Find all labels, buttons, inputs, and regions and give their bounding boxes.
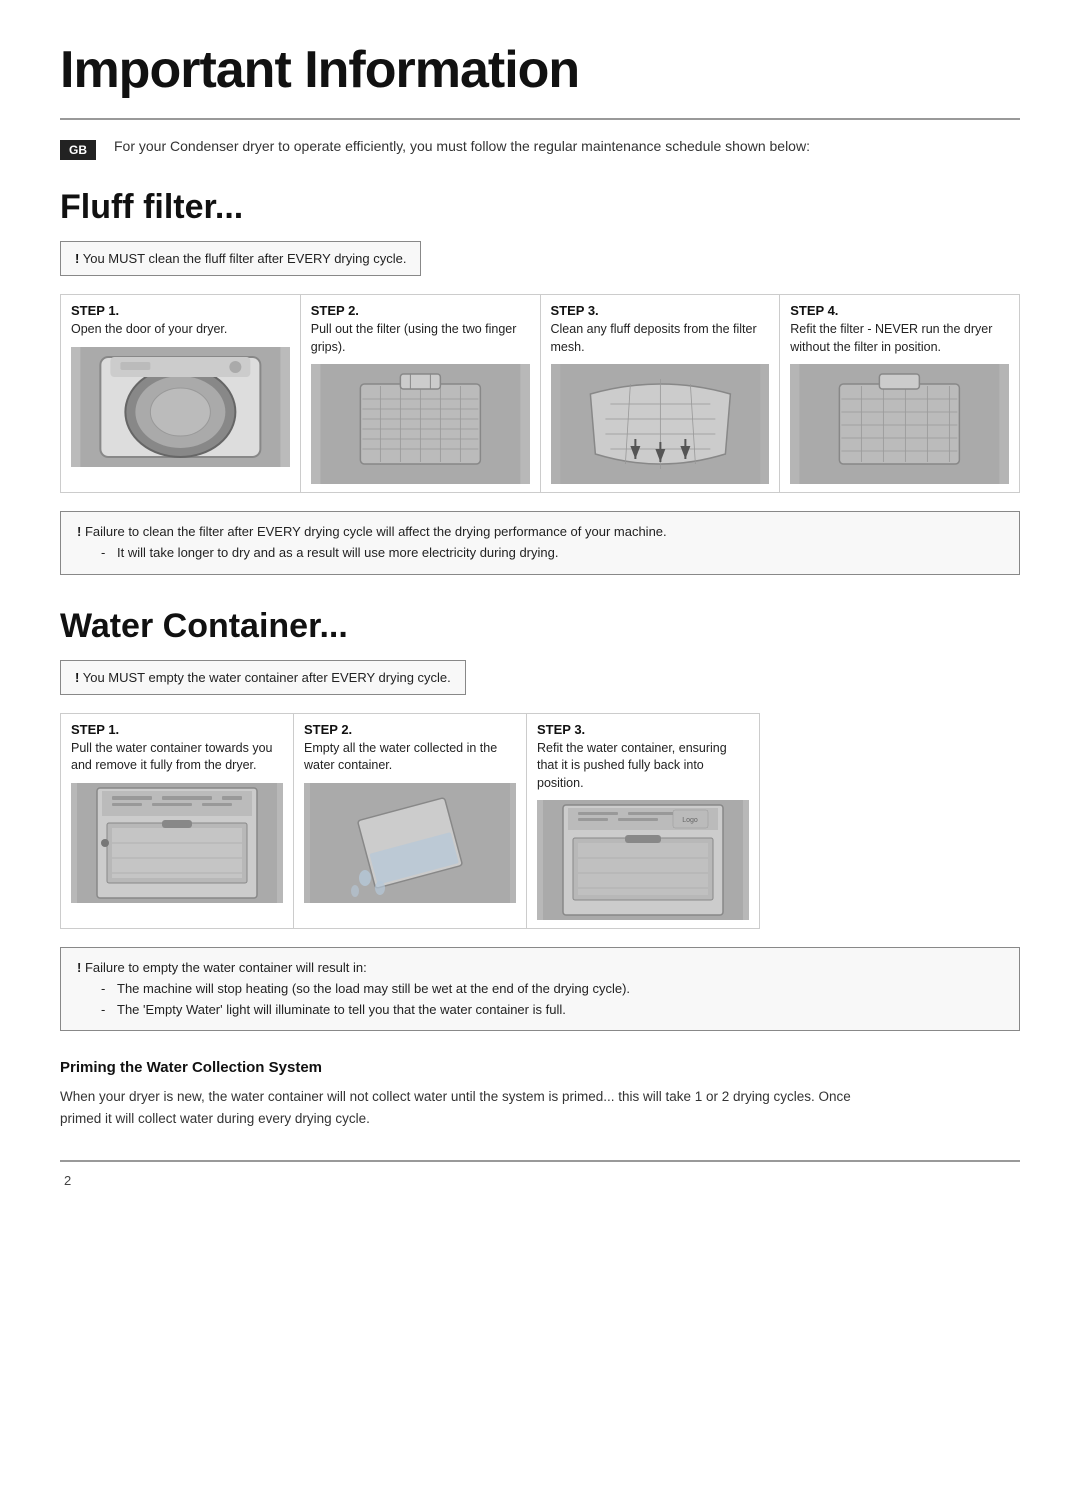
fluff-notice-text: You MUST clean the fluff filter after EV… — [83, 251, 407, 266]
water-step-2: STEP 2. Empty all the water collected in… — [294, 713, 527, 930]
fluff-steps-row: STEP 1. Open the door of your dryer. — [60, 294, 1020, 493]
water-step-3-image: Logo — [537, 800, 749, 920]
fluff-step-4-label: STEP 4. — [790, 303, 1009, 318]
fluff-step-3-label: STEP 3. — [551, 303, 770, 318]
fluff-warning-list: It will take longer to dry and as a resu… — [77, 543, 1003, 564]
water-step-1-image — [71, 783, 283, 903]
water-section: Water Container... ! You MUST empty the … — [60, 607, 1020, 1130]
fluff-step-2: STEP 2. Pull out the filter (using the t… — [301, 294, 541, 493]
water-step-1-desc: Pull the water container towards you and… — [71, 740, 283, 775]
intro-text: For your Condenser dryer to operate effi… — [114, 138, 810, 154]
water-step-2-image — [304, 783, 516, 903]
fluff-step-2-label: STEP 2. — [311, 303, 530, 318]
fluff-notice-exclaim: ! — [75, 251, 79, 266]
water-warning-exclaim: ! — [77, 960, 81, 975]
page-number: 2 — [60, 1173, 71, 1188]
priming-title: Priming the Water Collection System — [60, 1059, 1020, 1076]
fluff-warning-text: Failure to clean the filter after EVERY … — [85, 524, 667, 539]
page: Important Information GB For your Conden… — [0, 0, 1080, 1503]
fluff-step-2-image — [311, 364, 530, 484]
fluff-step-1-label: STEP 1. — [71, 303, 290, 318]
water-notice-exclaim: ! — [75, 670, 79, 685]
fluff-step-1-image — [71, 347, 290, 467]
water-warning-item-2: The 'Empty Water' light will illuminate … — [101, 1000, 1003, 1021]
fluff-warning-exclaim: ! — [77, 524, 81, 539]
fluff-step-3: STEP 3. Clean any fluff deposits from th… — [541, 294, 781, 493]
water-warning-line1: ! Failure to empty the water container w… — [77, 958, 1003, 979]
water-container-title: Water Container... — [60, 607, 1020, 646]
water-steps-row: STEP 1. Pull the water container towards… — [60, 713, 760, 930]
water-warning-list: The machine will stop heating (so the lo… — [77, 979, 1003, 1021]
page-title: Important Information — [60, 40, 1020, 100]
fluff-step-4-image — [790, 364, 1009, 484]
fluff-warning-box: ! Failure to clean the filter after EVER… — [60, 511, 1020, 575]
fluff-step-3-desc: Clean any fluff deposits from the filter… — [551, 321, 770, 356]
water-step-3-label: STEP 3. — [537, 722, 749, 737]
fluff-filter-title: Fluff filter... — [60, 188, 1020, 227]
svg-text:Logo: Logo — [682, 817, 698, 824]
water-step-2-label: STEP 2. — [304, 722, 516, 737]
water-step-3: STEP 3. Refit the water container, ensur… — [527, 713, 760, 930]
top-rule — [60, 118, 1020, 120]
water-step-2-desc: Empty all the water collected in the wat… — [304, 740, 516, 775]
fluff-step-3-image — [551, 364, 770, 484]
fluff-step-4-desc: Refit the filter - NEVER run the dryer w… — [790, 321, 1009, 356]
priming-section: Priming the Water Collection System When… — [60, 1059, 1020, 1129]
gb-badge: GB — [60, 140, 96, 160]
fluff-warning-item-1: It will take longer to dry and as a resu… — [101, 543, 1003, 564]
fluff-step-2-desc: Pull out the filter (using the two finge… — [311, 321, 530, 356]
water-notice-box: ! You MUST empty the water container aft… — [60, 660, 466, 695]
fluff-step-1-desc: Open the door of your dryer. — [71, 321, 290, 339]
fluff-step-4: STEP 4. Refit the filter - NEVER run the… — [780, 294, 1020, 493]
intro-row: GB For your Condenser dryer to operate e… — [60, 138, 1020, 160]
water-step-1-label: STEP 1. — [71, 722, 283, 737]
fluff-notice-box: ! You MUST clean the fluff filter after … — [60, 241, 421, 276]
water-warning-text: Failure to empty the water container wil… — [85, 960, 367, 975]
bottom-rule — [60, 1160, 1020, 1162]
fluff-warning-line1: ! Failure to clean the filter after EVER… — [77, 522, 1003, 543]
fluff-step-1: STEP 1. Open the door of your dryer. — [60, 294, 301, 493]
water-warning-item-1: The machine will stop heating (so the lo… — [101, 979, 1003, 1000]
water-notice-text: You MUST empty the water container after… — [83, 670, 451, 685]
water-step-1: STEP 1. Pull the water container towards… — [60, 713, 294, 930]
water-warning-box: ! Failure to empty the water container w… — [60, 947, 1020, 1031]
priming-text: When your dryer is new, the water contai… — [60, 1086, 880, 1129]
water-step-3-desc: Refit the water container, ensuring that… — [537, 740, 749, 793]
